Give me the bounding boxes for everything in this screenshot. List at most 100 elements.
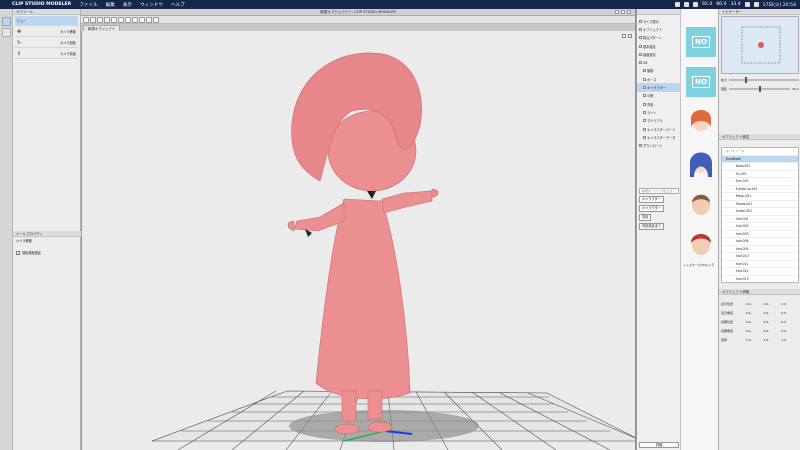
info-value[interactable]: 0.0, — [746, 311, 764, 315]
info-value[interactable]: 0.0, — [746, 329, 764, 333]
info-value[interactable]: 1.0 — [781, 338, 799, 342]
help-icon[interactable] — [153, 16, 159, 23]
camera-icon[interactable] — [118, 16, 124, 23]
clock[interactable]: 17日(火) 20:54 — [763, 2, 796, 8]
subtool-view[interactable]: ビュー — [15, 16, 78, 26]
zoom-track[interactable] — [729, 76, 799, 83]
menu-help[interactable]: ヘルプ — [167, 2, 189, 8]
info-value[interactable]: 1.0, — [746, 338, 764, 342]
menu-edit[interactable]: 編集 — [102, 2, 119, 8]
rotate-knob[interactable] — [759, 85, 762, 92]
close-icon[interactable] — [627, 10, 631, 14]
tree-item[interactable]: 小物 — [637, 92, 680, 100]
viewport-menu-icon[interactable] — [622, 34, 626, 38]
list-item[interactable]: hair.005 — [722, 246, 798, 253]
save-icon[interactable] — [97, 16, 103, 23]
open-icon[interactable] — [90, 16, 96, 23]
list-item[interactable]: Body.001 — [722, 163, 798, 171]
view-tool-icon[interactable] — [2, 17, 11, 26]
material-thumb-character[interactable] — [686, 105, 716, 135]
maximize-icon[interactable] — [621, 10, 625, 14]
render-icon[interactable] — [132, 16, 138, 23]
list-item[interactable]: hair.013 — [722, 276, 798, 283]
tree-item[interactable]: キャラクター — [637, 83, 680, 92]
tree-item[interactable]: 基本設定 — [637, 42, 680, 50]
tree-item[interactable]: 3D — [637, 58, 680, 66]
info-value[interactable]: 1.0, — [764, 338, 782, 342]
info-value[interactable]: 0.0, — [764, 311, 782, 315]
material-thumb-character[interactable] — [686, 229, 716, 259]
tree-item[interactable]: 頭部 — [637, 67, 680, 75]
material-thumb-character[interactable] — [686, 189, 716, 219]
zoom-knob[interactable] — [745, 76, 748, 83]
background-settings-button[interactable]: 背景設定全て — [639, 223, 665, 230]
rotate-track[interactable] — [729, 85, 791, 92]
preview-icon[interactable] — [146, 16, 152, 23]
app-menu[interactable]: CLIP STUDIO MODELER — [8, 2, 75, 7]
tree-item[interactable]: 背景 — [637, 100, 680, 108]
object-part-list[interactable]: ルートノード RootNode Body.001 En.001 Eye.001 Eye… — [721, 147, 799, 283]
detail-button[interactable]: 詳細 — [639, 442, 679, 448]
material-thumb-character[interactable] — [686, 147, 716, 177]
tree-item[interactable]: 視点パターン — [637, 34, 680, 42]
menu-file[interactable]: ファイル — [75, 2, 101, 8]
status-app-icon[interactable] — [692, 2, 698, 7]
tree-item[interactable]: ライト — [637, 108, 680, 116]
material-thumb-empty[interactable]: NO — [686, 27, 716, 57]
checkbox[interactable] — [16, 250, 20, 255]
wifi-icon[interactable] — [744, 2, 750, 7]
minimize-icon[interactable] — [615, 10, 619, 14]
redo-icon[interactable] — [111, 16, 117, 23]
tree-item[interactable]: キャラクターパーツ — [637, 125, 680, 133]
list-item[interactable]: hair.002 — [722, 223, 798, 231]
new-icon[interactable] — [83, 16, 89, 23]
list-item[interactable]: Shoes.001 — [722, 201, 798, 208]
subtool-camera-dolly[interactable]: ⇕ カメラ前後 — [15, 49, 78, 59]
subtool-camera-move[interactable]: ✥ カメラ移動 — [15, 27, 78, 37]
zoom-slider[interactable]: 拡大 — [721, 76, 799, 83]
info-value[interactable]: 0.0, — [746, 302, 764, 306]
character-filter-button[interactable]: キャラクター — [639, 205, 664, 212]
list-item[interactable]: hair.003 — [722, 231, 798, 238]
status-app-icon[interactable] — [683, 2, 689, 7]
list-item[interactable]: hair.012 — [722, 268, 798, 276]
menu-view[interactable]: 表示 — [119, 2, 136, 8]
viewport-close-icon[interactable] — [628, 34, 632, 38]
list-item[interactable]: Eye.001 — [722, 178, 798, 186]
background-filter-button[interactable]: 背景 — [639, 214, 652, 221]
list-item[interactable]: hair.001 — [722, 216, 798, 223]
tree-item[interactable]: キャラクターデータ — [637, 133, 680, 141]
tree-item[interactable]: ポーズ — [637, 75, 680, 83]
info-value[interactable]: 0.0 — [781, 320, 799, 324]
info-value[interactable]: 0.0 — [781, 311, 799, 315]
list-item[interactable]: hair.010 — [722, 253, 798, 261]
tree-item[interactable]: 画面設定 — [637, 50, 680, 58]
tree-item[interactable]: オブジェクト — [637, 25, 680, 33]
info-value[interactable]: 0.0, — [764, 302, 782, 306]
info-value[interactable]: 0.0, — [746, 320, 764, 324]
status-app-icon[interactable] — [674, 2, 680, 7]
list-item[interactable]: Eyelid-Up.001 — [722, 186, 798, 193]
settings-icon[interactable] — [139, 16, 145, 23]
subtool-camera-rotate[interactable]: ↻ カメラ回転 — [15, 38, 78, 48]
list-item[interactable]: En.001 — [722, 171, 798, 178]
operation-tool-icon[interactable] — [2, 28, 11, 37]
list-item[interactable]: Mayu.001 — [722, 193, 798, 201]
tree-search-input[interactable]: 検索キーワードを入力 — [639, 188, 679, 194]
tree-item[interactable]: マテリアル — [637, 117, 680, 125]
search-icon[interactable] — [753, 2, 759, 7]
menu-window[interactable]: ウィンドウ — [136, 2, 167, 8]
fixed-angle-option[interactable]: 回転角度固定 — [13, 244, 81, 261]
character-filter-button[interactable]: キャラクター — [639, 196, 664, 203]
list-item[interactable]: Under.001 — [722, 208, 798, 216]
grid-icon[interactable] — [125, 16, 131, 23]
rotate-slider[interactable]: 回転 90.0 — [721, 85, 799, 92]
info-value[interactable]: 0.0, — [764, 329, 782, 333]
info-value[interactable]: 0.0, — [764, 320, 782, 324]
list-item[interactable]: hair.004 — [722, 238, 798, 246]
info-value[interactable]: 0.0 — [781, 302, 799, 306]
info-value[interactable]: 0.0 — [781, 329, 799, 333]
tree-item[interactable]: サイズ表示 — [637, 17, 680, 25]
navigator-preview[interactable] — [721, 16, 799, 74]
character-model[interactable] — [287, 52, 439, 435]
